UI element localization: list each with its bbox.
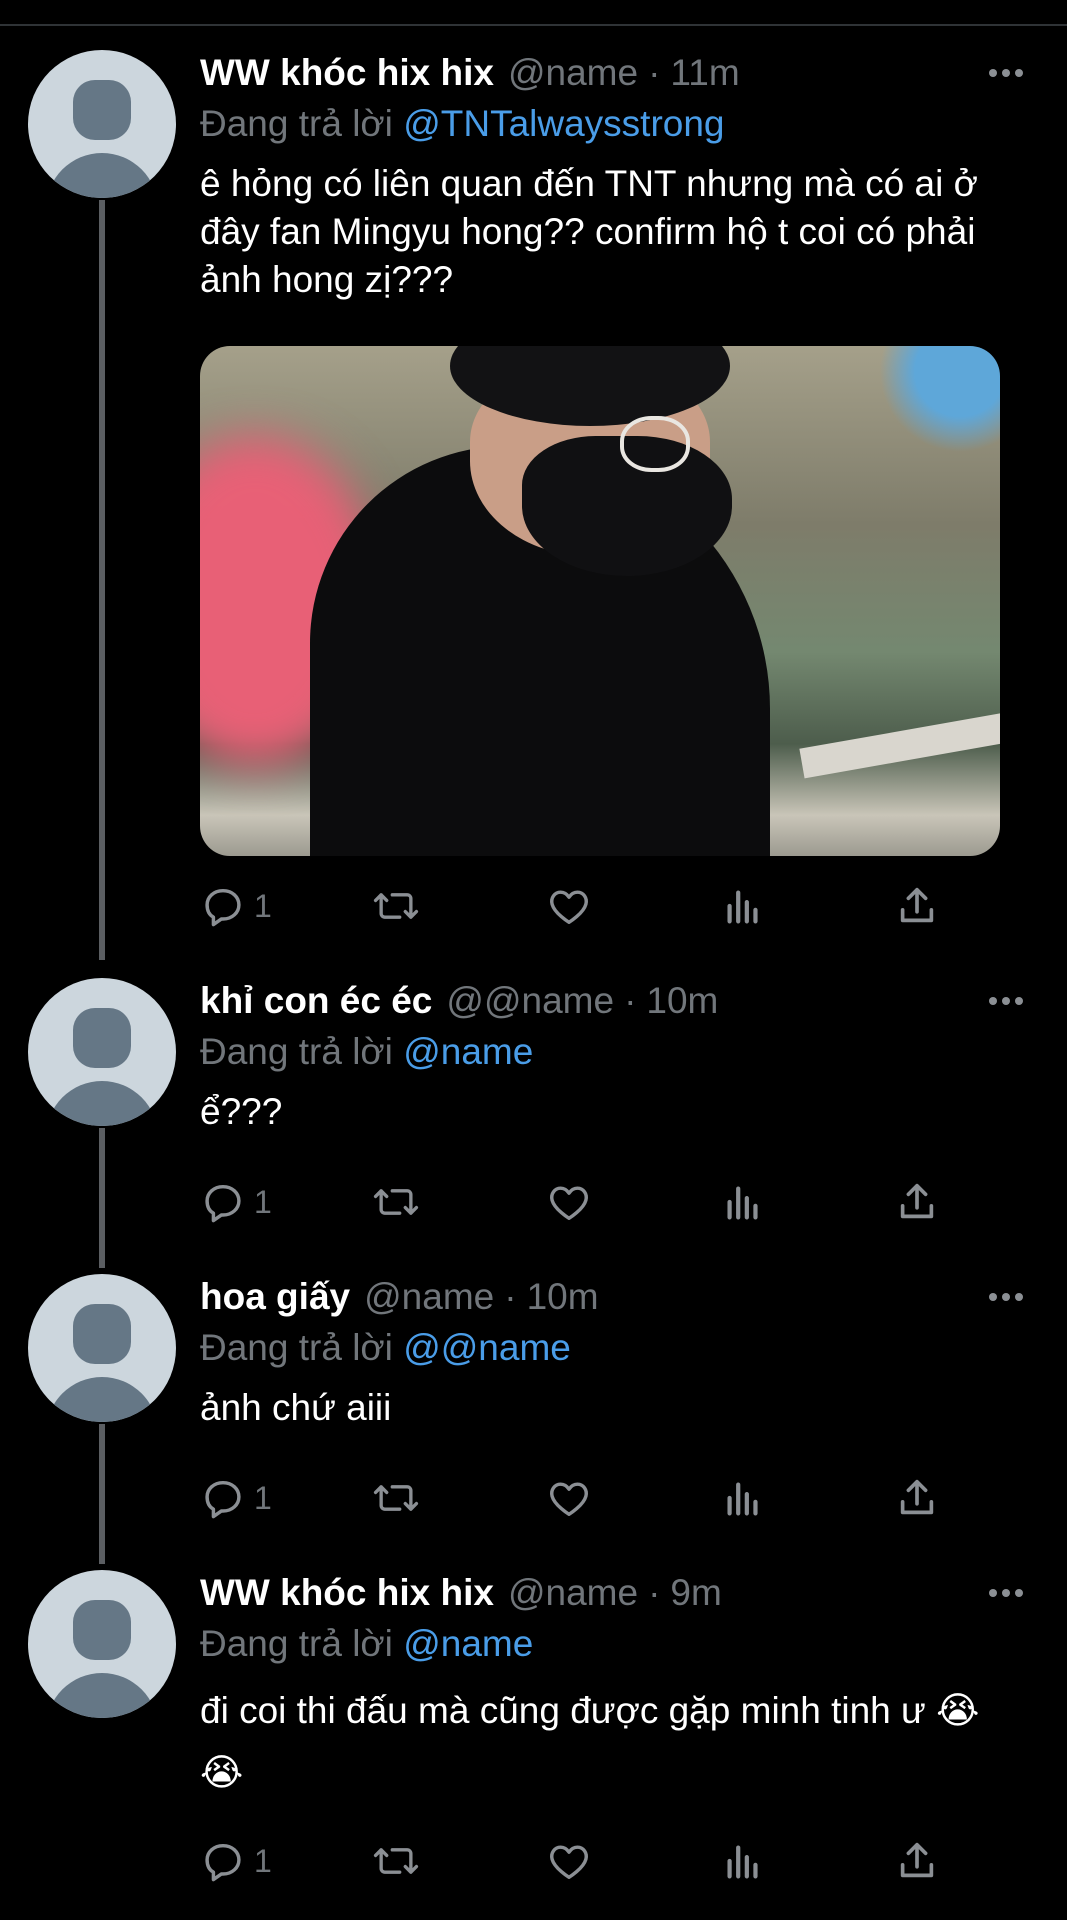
reply-context: Đang trả lời @name [200,1622,1030,1666]
timestamp[interactable]: 11m [670,52,739,94]
display-name[interactable]: khỉ con éc éc [200,980,432,1022]
analytics-icon [727,1186,758,1220]
separator: · [648,52,661,93]
reply-icon [205,1480,241,1519]
tweet-actions: 1 [200,1473,960,1523]
reply-button[interactable]: 1 [200,1473,272,1523]
reply-context: Đang trả lời @name [200,1030,1030,1074]
thread-line [99,200,105,960]
retweet-button[interactable] [370,1836,422,1886]
like-button[interactable] [546,1836,592,1886]
avatar[interactable] [28,50,176,198]
display-name[interactable]: WW khóc hix hix [200,1572,494,1614]
tweet-text: ê hỏng có liên quan đến TNT nhưng mà có … [200,163,978,300]
reply-mention[interactable]: @@name [403,1327,571,1368]
tweet-actions: 1 [200,881,960,931]
display-name[interactable]: WW khóc hix hix [200,52,494,94]
avatar[interactable] [28,1570,176,1718]
views-button[interactable] [720,881,766,931]
tweet-actions: 1 [200,1836,960,1886]
like-button[interactable] [546,1473,592,1523]
reply-icon [205,888,241,927]
reply-mention[interactable]: @TNTalwaysstrong [403,103,724,144]
share-button[interactable] [894,881,940,931]
retweet-icon [373,1189,419,1215]
reply-prefix: Đang trả lời [200,1031,393,1072]
tweet-photo[interactable] [200,346,1000,856]
share-icon [900,1842,934,1878]
share-button[interactable] [894,1836,940,1886]
reply-button[interactable]: 1 [200,881,272,931]
avatar[interactable] [28,978,176,1126]
tweet-text: đi coi thi đấu mà cũng được gặp minh tin… [200,1690,980,1793]
share-icon [900,1183,934,1219]
share-button[interactable] [894,1473,940,1523]
reply-mention[interactable]: @name [403,1031,533,1072]
retweet-button[interactable] [370,881,422,931]
thread-line [99,1424,105,1564]
retweet-button[interactable] [370,1177,422,1227]
tweet-text: ảnh chứ aiii [200,1387,392,1428]
reply-count: 1 [254,1842,272,1879]
tweet-actions: 1 [200,1177,960,1227]
reply-prefix: Đang trả lời [200,103,393,144]
reply-button[interactable]: 1 [200,1836,272,1886]
more-icon[interactable] [980,1570,1032,1616]
reply-mention[interactable]: @name [403,1623,533,1664]
reply-count: 1 [254,887,272,924]
timestamp[interactable]: 9m [670,1572,721,1614]
heart-icon [550,1186,588,1221]
reply-count: 1 [254,1183,272,1220]
separator: · [648,1572,661,1613]
reply-count: 1 [254,1479,272,1516]
reply-icon [205,1843,241,1882]
views-button[interactable] [720,1836,766,1886]
reply-button[interactable]: 1 [200,1177,272,1227]
like-button[interactable] [546,1177,592,1227]
user-handle[interactable]: @name [508,52,638,94]
avatar[interactable] [28,1274,176,1422]
retweet-icon [373,1485,419,1511]
analytics-icon [727,1845,758,1879]
thread-line [99,1128,105,1268]
timestamp[interactable]: 10m [527,1276,599,1318]
reply-prefix: Đang trả lời [200,1327,393,1368]
more-icon[interactable] [980,1274,1032,1320]
views-button[interactable] [720,1177,766,1227]
reply-icon [205,1184,241,1223]
share-icon [900,1479,934,1515]
share-button[interactable] [894,1177,940,1227]
top-divider [0,24,1067,26]
separator: · [504,1276,517,1317]
like-button[interactable] [546,881,592,931]
retweet-icon [373,1848,419,1874]
share-icon [900,887,934,923]
analytics-icon [727,1482,758,1516]
heart-icon [550,890,588,925]
reply-context: Đang trả lời @TNTalwaysstrong [200,102,1030,146]
views-button[interactable] [720,1473,766,1523]
reply-prefix: Đang trả lời [200,1623,393,1664]
display-name[interactable]: hoa giấy [200,1276,350,1318]
user-handle[interactable]: @name [508,1572,638,1614]
retweet-icon [373,893,419,919]
separator: · [624,980,637,1021]
heart-icon [550,1845,588,1880]
heart-icon [550,1482,588,1517]
reply-context: Đang trả lời @@name [200,1326,1030,1370]
timestamp[interactable]: 10m [646,980,718,1022]
analytics-icon [727,890,758,924]
tweet-text: ể??? [200,1091,283,1132]
more-icon[interactable] [980,50,1032,96]
more-icon[interactable] [980,978,1032,1024]
user-handle[interactable]: @name [364,1276,494,1318]
user-handle[interactable]: @@name [446,980,614,1022]
retweet-button[interactable] [370,1473,422,1523]
